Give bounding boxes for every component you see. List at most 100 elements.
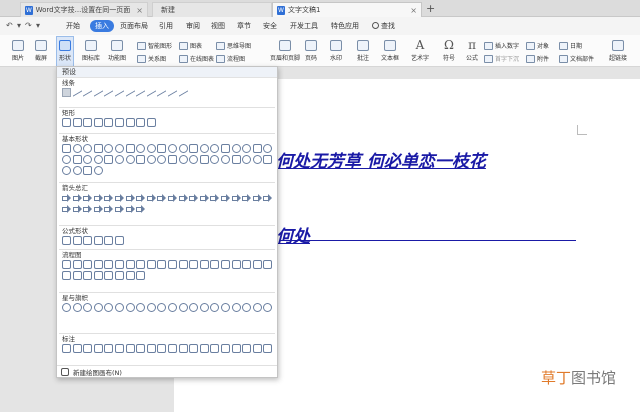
shape-option[interactable] <box>136 271 146 280</box>
menu-references[interactable]: 引用 <box>159 20 173 32</box>
hyperlink-button[interactable]: 超链接 <box>609 40 627 62</box>
shape-option[interactable] <box>125 271 135 280</box>
shape-option[interactable] <box>231 155 241 164</box>
shape-option[interactable] <box>263 344 273 353</box>
shape-option[interactable] <box>62 193 71 202</box>
shape-option[interactable] <box>199 193 209 202</box>
shape-option[interactable] <box>167 85 177 97</box>
screenshot-button[interactable]: 截屏 <box>35 40 47 62</box>
shape-option[interactable] <box>157 344 167 353</box>
new-canvas-button[interactable]: 新建绘图画布(N) <box>57 365 277 377</box>
shape-option[interactable] <box>242 193 252 202</box>
shape-option[interactable] <box>146 260 156 269</box>
shape-option[interactable] <box>104 303 114 312</box>
shape-option[interactable] <box>114 271 124 280</box>
shape-option[interactable] <box>93 344 103 353</box>
shape-option[interactable] <box>210 144 220 153</box>
shape-option[interactable] <box>125 193 135 202</box>
shape-option[interactable] <box>199 303 209 312</box>
shape-option[interactable] <box>93 303 103 312</box>
shape-option[interactable] <box>220 303 230 312</box>
shape-option[interactable] <box>72 303 82 312</box>
shape-option[interactable] <box>210 303 220 312</box>
shape-option[interactable] <box>220 144 230 153</box>
shape-option[interactable] <box>83 236 93 245</box>
undo-icon[interactable]: ↶ <box>6 21 13 30</box>
shape-option[interactable] <box>263 193 273 202</box>
shape-option[interactable] <box>83 144 93 153</box>
shape-option[interactable] <box>167 303 177 312</box>
shape-option[interactable] <box>72 236 82 245</box>
shape-option[interactable] <box>189 344 199 353</box>
shape-option[interactable] <box>178 144 188 153</box>
attachment-button[interactable]: 附件 <box>526 53 549 64</box>
shape-option[interactable] <box>178 193 188 202</box>
shape-option[interactable] <box>93 271 103 280</box>
header-footer-button[interactable]: 页眉和页脚 <box>270 40 300 62</box>
shape-option[interactable] <box>83 166 93 175</box>
shape-option[interactable] <box>189 260 199 269</box>
shape-option[interactable] <box>136 144 146 153</box>
shape-option[interactable] <box>93 166 103 175</box>
menu-review[interactable]: 审阅 <box>186 20 200 32</box>
shape-option[interactable] <box>252 155 262 164</box>
shape-option[interactable] <box>189 303 199 312</box>
symbol-button[interactable]: Ω 符号 <box>443 39 455 62</box>
shape-option[interactable] <box>136 204 146 213</box>
shape-option[interactable] <box>62 118 71 127</box>
shape-option[interactable] <box>83 155 93 164</box>
shape-option[interactable] <box>242 303 252 312</box>
shape-option[interactable] <box>62 236 71 245</box>
menu-search[interactable]: 查找 <box>372 20 395 32</box>
menu-insert[interactable]: 插入 <box>90 20 114 32</box>
shape-option[interactable] <box>114 118 124 127</box>
shape-option[interactable] <box>114 193 124 202</box>
shape-option[interactable] <box>157 155 167 164</box>
shape-option[interactable] <box>104 144 114 153</box>
shape-option[interactable] <box>167 155 177 164</box>
tab-new[interactable]: 新建 <box>152 2 272 17</box>
page-number-button[interactable]: 页码 <box>305 40 317 62</box>
shape-option[interactable] <box>114 204 124 213</box>
shape-option[interactable] <box>114 236 124 245</box>
shape-option[interactable] <box>62 155 71 164</box>
function-chart-button[interactable]: 功能图 <box>108 40 126 62</box>
shape-option[interactable] <box>83 193 93 202</box>
shape-option[interactable] <box>167 344 177 353</box>
shape-option[interactable] <box>62 303 71 312</box>
shape-option[interactable] <box>72 85 82 97</box>
undo-dropdown-icon[interactable]: ▾ <box>17 21 21 30</box>
shape-option[interactable] <box>104 118 114 127</box>
relation-chart-button[interactable]: 关系图 <box>137 53 166 64</box>
shape-option[interactable] <box>136 118 146 127</box>
shape-option[interactable] <box>114 303 124 312</box>
shape-option[interactable] <box>157 144 167 153</box>
shape-option[interactable] <box>189 155 199 164</box>
shape-option[interactable] <box>114 155 124 164</box>
shape-option[interactable] <box>136 344 146 353</box>
shape-option[interactable] <box>167 193 177 202</box>
shape-option[interactable] <box>220 155 230 164</box>
shape-option[interactable] <box>125 85 135 97</box>
textbox-button[interactable]: 文本框 <box>381 40 399 62</box>
shape-option[interactable] <box>136 303 146 312</box>
menu-special-apps[interactable]: 特色应用 <box>331 20 359 32</box>
shape-option[interactable] <box>125 144 135 153</box>
shape-option[interactable] <box>62 271 71 280</box>
mind-map-button[interactable]: 思维导图 <box>216 40 251 51</box>
shape-option[interactable] <box>93 118 103 127</box>
shape-option[interactable] <box>83 118 93 127</box>
shape-option[interactable] <box>62 344 71 353</box>
shape-option[interactable] <box>157 260 167 269</box>
shape-option[interactable] <box>62 260 71 269</box>
shape-option[interactable] <box>136 193 146 202</box>
shape-option[interactable] <box>104 155 114 164</box>
shape-option[interactable] <box>178 155 188 164</box>
shape-option[interactable] <box>146 144 156 153</box>
menu-view[interactable]: 视图 <box>211 20 225 32</box>
new-tab-icon[interactable]: + <box>426 2 435 15</box>
close-icon[interactable]: × <box>136 6 143 15</box>
shape-option[interactable] <box>263 260 273 269</box>
shape-option[interactable] <box>263 155 273 164</box>
shape-option[interactable] <box>146 85 156 97</box>
